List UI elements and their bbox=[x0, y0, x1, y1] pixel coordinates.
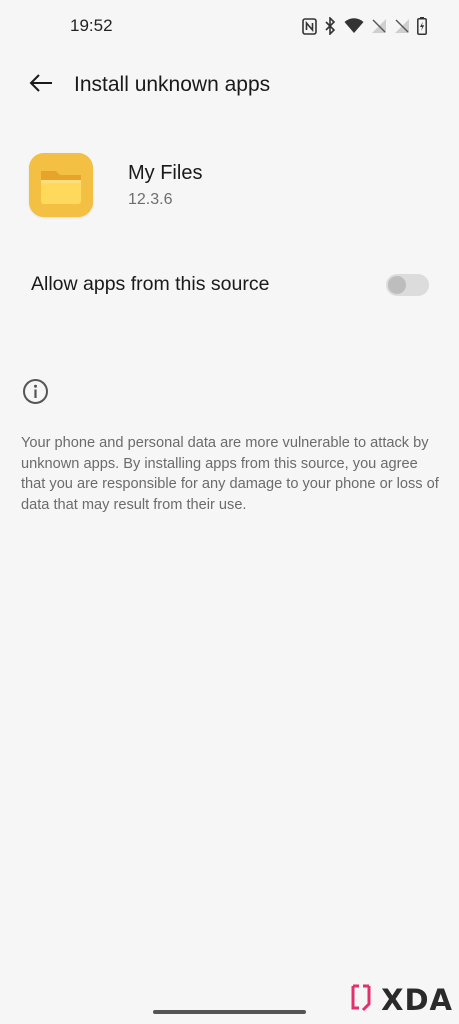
watermark-text: XDA bbox=[381, 983, 453, 1017]
battery-charging-icon bbox=[417, 17, 427, 35]
page-title: Install unknown apps bbox=[74, 73, 271, 96]
arrow-left-icon bbox=[29, 73, 53, 98]
app-version: 12.3.6 bbox=[128, 191, 173, 208]
bluetooth-icon bbox=[324, 17, 337, 35]
xda-watermark: XDA bbox=[349, 982, 453, 1019]
allow-source-toggle[interactable] bbox=[386, 274, 429, 296]
nfc-icon bbox=[302, 17, 317, 35]
signal-1-icon bbox=[371, 18, 387, 34]
gesture-nav-handle[interactable] bbox=[153, 1010, 306, 1014]
allow-source-label: Allow apps from this source bbox=[31, 273, 270, 295]
status-time: 19:52 bbox=[70, 16, 113, 35]
toggle-thumb bbox=[388, 276, 406, 294]
xda-logo-icon bbox=[349, 982, 377, 1019]
warning-description: Your phone and personal data are more vu… bbox=[21, 435, 439, 513]
status-bar: 19:52 bbox=[0, 0, 459, 56]
folder-icon bbox=[29, 153, 93, 217]
allow-source-setting-row[interactable]: Allow apps from this source bbox=[0, 260, 459, 310]
app-name: My Files bbox=[128, 162, 203, 184]
wifi-icon bbox=[344, 18, 364, 34]
back-button[interactable] bbox=[22, 70, 60, 100]
info-icon bbox=[22, 378, 49, 405]
signal-2-icon bbox=[394, 18, 410, 34]
app-bar: Install unknown apps bbox=[0, 60, 459, 110]
status-icons bbox=[302, 17, 427, 35]
